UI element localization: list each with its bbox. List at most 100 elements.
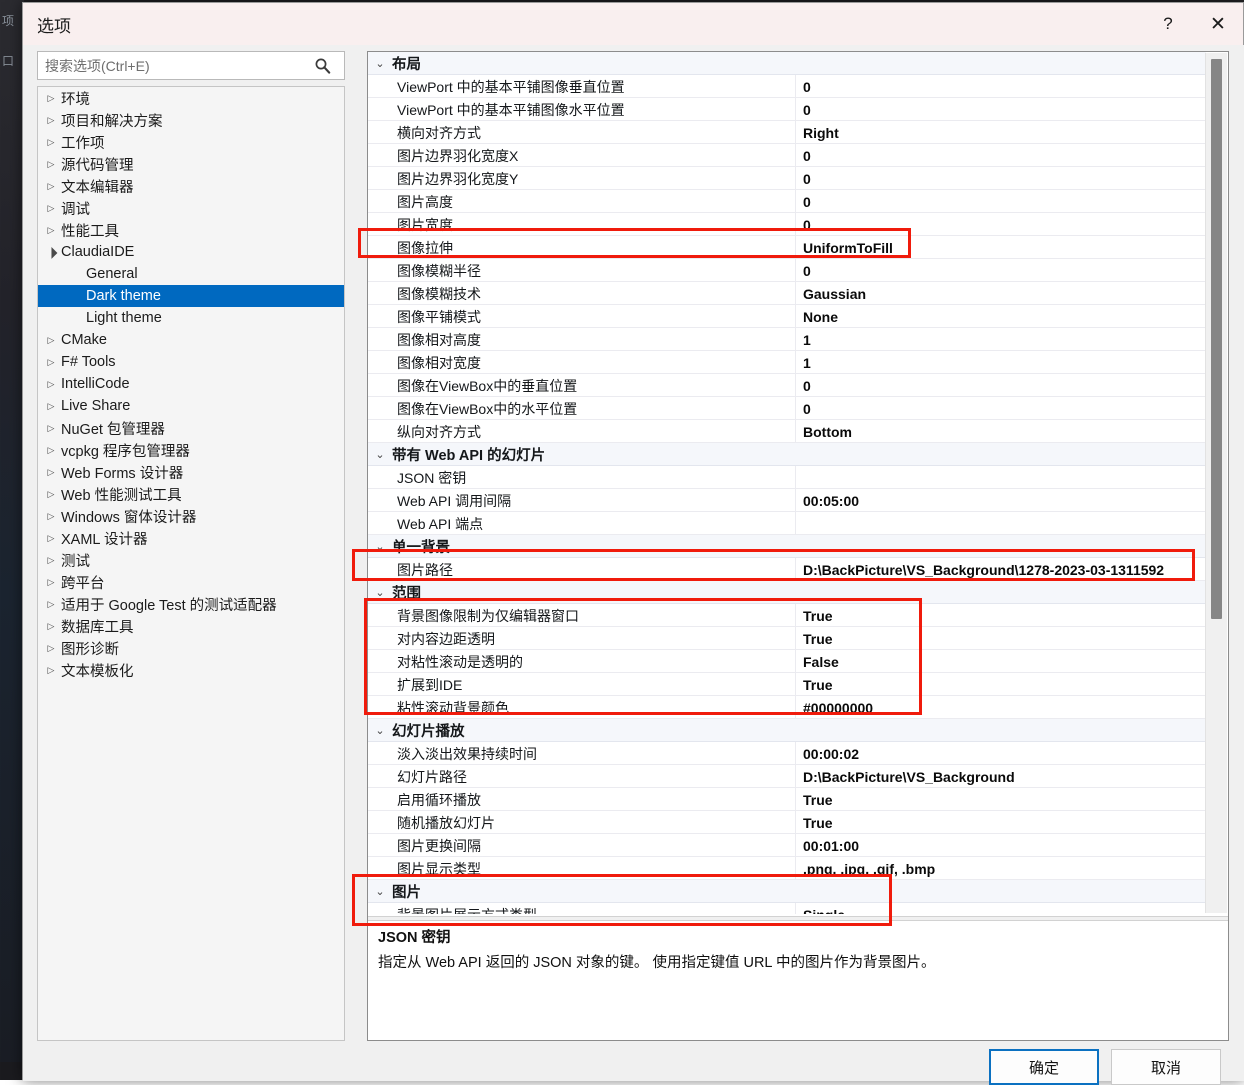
help-icon[interactable]: ? (1145, 3, 1191, 45)
property-row[interactable]: 随机播放幻灯片True (368, 811, 1206, 834)
property-row[interactable]: 横向对齐方式Right (368, 121, 1206, 144)
property-row[interactable]: 背景图像限制为仅编辑器窗口True (368, 604, 1206, 627)
chevron-right-icon[interactable]: ▷ (42, 489, 60, 500)
chevron-right-icon[interactable]: ▷ (42, 137, 60, 148)
chevron-right-icon[interactable]: ▷ (42, 533, 60, 544)
tree-item-4[interactable]: ▷文本编辑器 (38, 175, 344, 197)
property-row[interactable]: 粘性滚动背景颜色#00000000 (368, 696, 1206, 719)
property-value[interactable]: Bottom (798, 420, 852, 443)
chevron-down-icon[interactable]: ⌄ (368, 724, 392, 737)
chevron-right-icon[interactable]: ▷ (42, 93, 60, 104)
property-row[interactable]: 图片高度0 (368, 190, 1206, 213)
tree-item-8[interactable]: General (38, 263, 344, 285)
property-value[interactable]: D:\BackPicture\VS_Background (798, 765, 1015, 788)
tree-item-6[interactable]: ▷性能工具 (38, 219, 344, 241)
tree-item-1[interactable]: ▷项目和解决方案 (38, 109, 344, 131)
property-value[interactable]: True (798, 627, 833, 650)
chevron-right-icon[interactable]: ▷ (42, 203, 60, 214)
property-value[interactable]: D:\BackPicture\VS_Background\1278-2023-0… (798, 558, 1164, 581)
property-value[interactable]: 00:05:00 (798, 489, 859, 512)
property-value[interactable]: Single (798, 903, 845, 914)
property-row[interactable]: Web API 端点 (368, 512, 1206, 535)
property-value[interactable]: True (798, 788, 833, 811)
property-grid[interactable]: ⌄布局ViewPort 中的基本平铺图像垂直位置0ViewPort 中的基本平铺… (367, 51, 1229, 1041)
tree-item-21[interactable]: ▷测试 (38, 549, 344, 571)
property-grid-rows[interactable]: ⌄布局ViewPort 中的基本平铺图像垂直位置0ViewPort 中的基本平铺… (368, 52, 1206, 914)
property-row[interactable]: 扩展到IDETrue (368, 673, 1206, 696)
property-row[interactable]: 图片显示类型.png, .jpg, .gif, .bmp (368, 857, 1206, 880)
property-value[interactable]: True (798, 604, 833, 627)
chevron-down-icon[interactable]: ⌄ (368, 586, 392, 599)
chevron-right-icon[interactable]: ▷ (42, 225, 60, 236)
chevron-down-icon[interactable]: ⌄ (368, 885, 392, 898)
property-value[interactable]: .png, .jpg, .gif, .bmp (798, 857, 935, 880)
tree-item-24[interactable]: ▷数据库工具 (38, 615, 344, 637)
chevron-right-icon[interactable]: ▷ (42, 467, 60, 478)
property-value[interactable]: 1 (798, 351, 811, 374)
property-row[interactable]: 图像拉伸UniformToFill (368, 236, 1206, 259)
property-value[interactable]: False (798, 650, 839, 673)
property-row[interactable]: 幻灯片路径D:\BackPicture\VS_Background (368, 765, 1206, 788)
chevron-right-icon[interactable]: ▷ (42, 643, 60, 654)
property-value[interactable]: 0 (798, 397, 811, 420)
tree-item-13[interactable]: ▷IntelliCode (38, 373, 344, 395)
chevron-right-icon[interactable]: ▷ (42, 665, 60, 676)
property-value[interactable]: None (798, 305, 838, 328)
tree-item-22[interactable]: ▷跨平台 (38, 571, 344, 593)
property-value[interactable]: 1 (798, 328, 811, 351)
property-grid-scrollbar[interactable] (1205, 53, 1227, 913)
tree-item-16[interactable]: ▷vcpkg 程序包管理器 (38, 439, 344, 461)
property-row[interactable]: 图像在ViewBox中的水平位置0 (368, 397, 1206, 420)
tree-item-12[interactable]: ▷F# Tools (38, 351, 344, 373)
property-row[interactable]: 图片宽度0 (368, 213, 1206, 236)
property-category-row[interactable]: ⌄图片 (368, 880, 1206, 903)
chevron-down-icon[interactable]: ⌄ (368, 540, 392, 553)
property-value[interactable]: True (798, 673, 833, 696)
chevron-right-icon[interactable]: ▷ (42, 159, 60, 170)
property-category-row[interactable]: ⌄范围 (368, 581, 1206, 604)
tree-item-9[interactable]: Dark theme (38, 285, 344, 307)
property-row[interactable]: 图像模糊技术Gaussian (368, 282, 1206, 305)
property-value[interactable]: 0 (798, 144, 811, 167)
close-icon[interactable]: ✕ (1195, 3, 1241, 45)
tree-item-17[interactable]: ▷Web Forms 设计器 (38, 461, 344, 483)
property-row[interactable]: 图像相对宽度1 (368, 351, 1206, 374)
property-value[interactable]: 00:01:00 (798, 834, 859, 857)
chevron-right-icon[interactable]: ▷ (42, 401, 60, 412)
property-value[interactable]: #00000000 (798, 696, 873, 719)
property-row[interactable]: 图片边界羽化宽度Y0 (368, 167, 1206, 190)
property-row[interactable]: 图像平铺模式None (368, 305, 1206, 328)
property-row[interactable]: 图片路径D:\BackPicture\VS_Background\1278-20… (368, 558, 1206, 581)
tree-item-25[interactable]: ▷图形诊断 (38, 637, 344, 659)
tree-item-7[interactable]: ◢ClaudiaIDE (38, 241, 344, 263)
property-category-row[interactable]: ⌄布局 (368, 52, 1206, 75)
property-value[interactable]: 0 (798, 259, 811, 282)
property-row[interactable]: JSON 密钥 (368, 466, 1206, 489)
property-row[interactable]: 纵向对齐方式Bottom (368, 420, 1206, 443)
chevron-right-icon[interactable]: ▷ (42, 621, 60, 632)
property-value[interactable]: Right (798, 121, 839, 144)
property-value[interactable]: 0 (798, 190, 811, 213)
chevron-down-icon[interactable]: ⌄ (368, 448, 392, 461)
property-value[interactable]: Gaussian (798, 282, 866, 305)
property-row[interactable]: 图像在ViewBox中的垂直位置0 (368, 374, 1206, 397)
chevron-right-icon[interactable]: ▷ (42, 115, 60, 126)
property-value[interactable]: 0 (798, 374, 811, 397)
property-row[interactable]: 淡入淡出效果持续时间00:00:02 (368, 742, 1206, 765)
tree-item-5[interactable]: ▷调试 (38, 197, 344, 219)
tree-item-20[interactable]: ▷XAML 设计器 (38, 527, 344, 549)
tree-item-11[interactable]: ▷CMake (38, 329, 344, 351)
chevron-down-icon[interactable]: ⌄ (368, 57, 392, 70)
tree-item-18[interactable]: ▷Web 性能测试工具 (38, 483, 344, 505)
tree-item-0[interactable]: ▷环境 (38, 87, 344, 109)
property-value[interactable]: 0 (798, 75, 811, 98)
tree-item-15[interactable]: ▷NuGet 包管理器 (38, 417, 344, 439)
property-category-row[interactable]: ⌄幻灯片播放 (368, 719, 1206, 742)
tree-item-19[interactable]: ▷Windows 窗体设计器 (38, 505, 344, 527)
property-value[interactable]: 00:00:02 (798, 742, 859, 765)
chevron-right-icon[interactable]: ▷ (42, 577, 60, 588)
property-grid-scrollbar-thumb[interactable] (1211, 59, 1222, 619)
chevron-right-icon[interactable]: ▷ (42, 181, 60, 192)
property-row[interactable]: 对粘性滚动是透明的False (368, 650, 1206, 673)
property-value[interactable]: 0 (798, 167, 811, 190)
